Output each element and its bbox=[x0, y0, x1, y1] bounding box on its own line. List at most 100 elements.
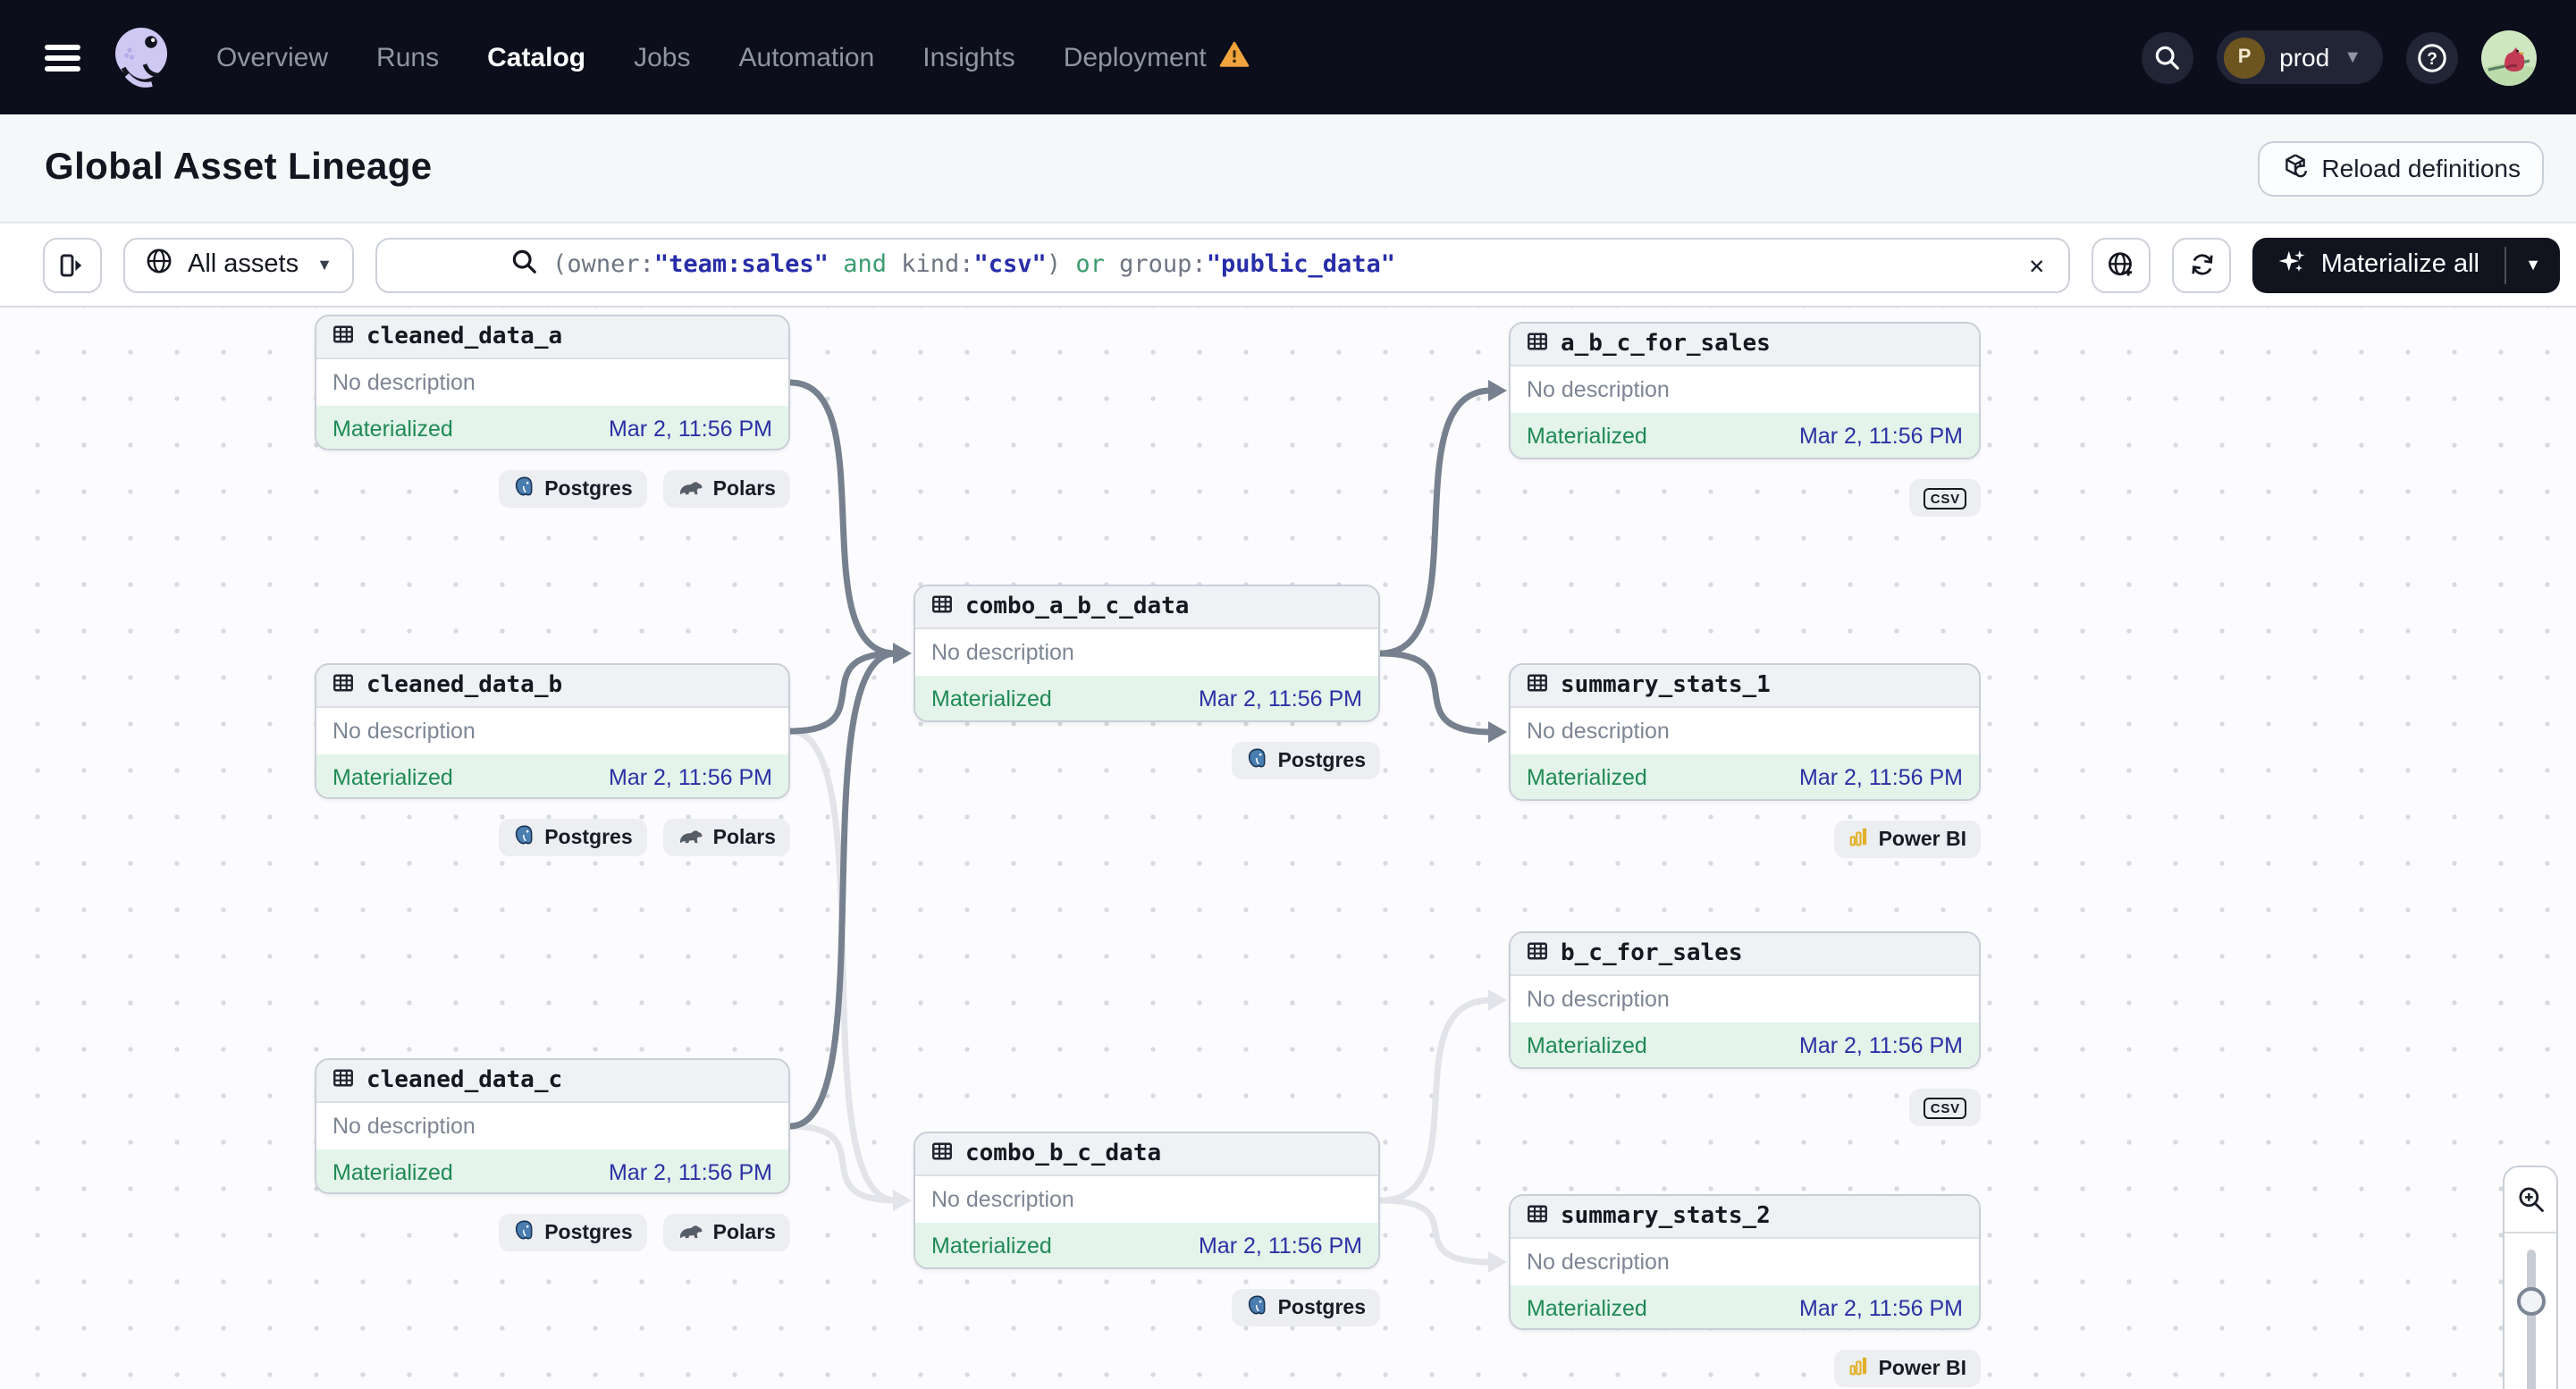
powerbi-icon bbox=[1848, 1355, 1870, 1382]
status-badge: Materialized bbox=[931, 1233, 1052, 1258]
nav-item-label: Insights bbox=[922, 42, 1015, 72]
asset-node-header[interactable]: a_b_c_for_sales bbox=[1511, 324, 1979, 366]
page-title: Global Asset Lineage bbox=[45, 147, 433, 188]
kind-tags-row: CSV bbox=[1909, 1089, 1981, 1126]
kind-tag-postgres[interactable]: Postgres bbox=[1231, 1289, 1380, 1326]
asset-description: No description bbox=[915, 629, 1378, 676]
kind-tags-row: Postgres bbox=[1231, 1289, 1380, 1326]
csv-icon: CSV bbox=[1924, 487, 1966, 509]
kind-tag-polars[interactable]: Polars bbox=[662, 470, 790, 508]
asset-status-row[interactable]: Materialized Mar 2, 11:56 PM bbox=[1511, 413, 1979, 458]
asset-node-summary_stats_1[interactable]: summary_stats_1 No description Materialize… bbox=[1509, 663, 1981, 801]
zoom-in-icon[interactable] bbox=[2504, 1167, 2556, 1233]
kind-tag-postgres[interactable]: Postgres bbox=[498, 470, 647, 508]
nav-items: Overview Runs Catalog Jobs Automation Insight… bbox=[216, 40, 1250, 74]
table-icon bbox=[1527, 1202, 1548, 1231]
menu-icon[interactable] bbox=[45, 44, 80, 71]
user-avatar[interactable] bbox=[2481, 29, 2537, 85]
kind-tag-label: Polars bbox=[712, 1222, 776, 1243]
help-icon[interactable]: ? bbox=[2406, 31, 2458, 83]
nav-item-insights[interactable]: Insights bbox=[922, 42, 1014, 72]
table-icon bbox=[1527, 671, 1548, 700]
table-icon bbox=[1527, 330, 1548, 358]
status-badge: Materialized bbox=[333, 416, 453, 441]
asset-node-header[interactable]: cleaned_data_b bbox=[316, 665, 788, 708]
nav-item-catalog[interactable]: Catalog bbox=[487, 42, 585, 72]
lineage-canvas[interactable]: cleaned_data_a No description Materialized… bbox=[0, 307, 2576, 1389]
asset-node-header[interactable]: combo_a_b_c_data bbox=[915, 586, 1378, 629]
kind-tag-csv[interactable]: CSV bbox=[1909, 479, 1981, 517]
table-icon bbox=[931, 1140, 953, 1168]
app-window: Overview Runs Catalog Jobs Automation Insight… bbox=[0, 0, 2576, 1389]
nav-item-runs[interactable]: Runs bbox=[376, 42, 439, 72]
asset-name: b_c_for_sales bbox=[1561, 940, 1743, 967]
refresh-button[interactable] bbox=[2172, 237, 2232, 292]
kind-tag-postgres[interactable]: Postgres bbox=[1231, 742, 1380, 779]
zoom-slider-thumb[interactable] bbox=[2516, 1287, 2545, 1316]
query-segment: group: bbox=[1119, 250, 1207, 279]
asset-status-row[interactable]: Materialized Mar 2, 11:56 PM bbox=[915, 1223, 1378, 1267]
asset-scope-dropdown[interactable]: All assets ▼ bbox=[123, 237, 354, 292]
asset-node-header[interactable]: cleaned_data_a bbox=[316, 316, 788, 359]
nav-right: P prod ▼ ? bbox=[2142, 29, 2537, 85]
status-badge: Materialized bbox=[1527, 1295, 1647, 1320]
nav-item-overview[interactable]: Overview bbox=[216, 42, 328, 72]
materialize-all-button[interactable]: Materialize all ▼ bbox=[2252, 237, 2560, 292]
kind-tag-polars[interactable]: Polars bbox=[662, 1214, 790, 1251]
asset-node-a_b_c_for_sales[interactable]: a_b_c_for_sales No description Materialize… bbox=[1509, 322, 1981, 459]
asset-status-row[interactable]: Materialized Mar 2, 11:56 PM bbox=[316, 406, 788, 449]
asset-status-row[interactable]: Materialized Mar 2, 11:56 PM bbox=[1511, 1023, 1979, 1067]
asset-node-header[interactable]: cleaned_data_c bbox=[316, 1060, 788, 1103]
materialize-dropdown-icon[interactable]: ▼ bbox=[2506, 237, 2560, 292]
nav-item-automation[interactable]: Automation bbox=[739, 42, 875, 72]
asset-name: cleaned_data_a bbox=[366, 324, 563, 350]
zoom-slider[interactable] bbox=[2504, 1233, 2556, 1389]
asset-node-b_c_for_sales[interactable]: b_c_for_sales No description Materialized M… bbox=[1509, 931, 1981, 1069]
table-icon bbox=[333, 323, 354, 351]
kind-tag-csv[interactable]: CSV bbox=[1909, 1089, 1981, 1126]
asset-node-summary_stats_2[interactable]: summary_stats_2 No description Materialize… bbox=[1509, 1194, 1981, 1330]
query-segment: owner: bbox=[567, 250, 654, 279]
kind-tag-powerbi[interactable]: Power BI bbox=[1833, 1350, 1981, 1387]
asset-status-row[interactable]: Materialized Mar 2, 11:56 PM bbox=[1511, 754, 1979, 799]
asset-search-input[interactable]: (owner:"team:sales" and kind:"csv") or g… bbox=[375, 237, 2071, 292]
nav-item-jobs[interactable]: Jobs bbox=[634, 42, 690, 72]
materialization-timestamp: Mar 2, 11:56 PM bbox=[609, 416, 772, 441]
asset-status-row[interactable]: Materialized Mar 2, 11:56 PM bbox=[1511, 1285, 1979, 1328]
asset-node-cleaned_data_a[interactable]: cleaned_data_a No description Materialized… bbox=[315, 315, 790, 450]
asset-node-header[interactable]: b_c_for_sales bbox=[1511, 933, 1979, 976]
kind-tags-row: Power BI bbox=[1833, 821, 1981, 858]
kind-tag-label: Postgres bbox=[544, 1222, 633, 1243]
search-icon[interactable] bbox=[2142, 31, 2194, 83]
kind-tag-label: Postgres bbox=[544, 478, 633, 500]
kind-tag-powerbi[interactable]: Power BI bbox=[1833, 821, 1981, 858]
globe-icon bbox=[145, 247, 173, 282]
asset-node-header[interactable]: combo_b_c_data bbox=[915, 1133, 1378, 1176]
asset-node-header[interactable]: summary_stats_1 bbox=[1511, 665, 1979, 708]
chevron-down-icon: ▼ bbox=[316, 256, 333, 274]
table-icon bbox=[931, 593, 953, 621]
asset-scope-label: All assets bbox=[188, 250, 299, 279]
nav-item-deployment[interactable]: Deployment bbox=[1064, 40, 1250, 74]
new-catalog-view-button[interactable] bbox=[2092, 237, 2151, 292]
asset-node-combo_b_c_data[interactable]: combo_b_c_data No description Materialized… bbox=[913, 1132, 1380, 1269]
environment-switcher[interactable]: P prod ▼ bbox=[2217, 30, 2383, 84]
asset-status-row[interactable]: Materialized Mar 2, 11:56 PM bbox=[915, 676, 1378, 720]
asset-status-row[interactable]: Materialized Mar 2, 11:56 PM bbox=[316, 1149, 788, 1192]
asset-node-header[interactable]: summary_stats_2 bbox=[1511, 1196, 1979, 1239]
asset-node-cleaned_data_c[interactable]: cleaned_data_c No description Materialized… bbox=[315, 1058, 790, 1194]
asset-status-row[interactable]: Materialized Mar 2, 11:56 PM bbox=[316, 754, 788, 797]
kind-tag-postgres[interactable]: Postgres bbox=[498, 819, 647, 856]
asset-node-cleaned_data_b[interactable]: cleaned_data_b No description Materialized… bbox=[315, 663, 790, 799]
status-badge: Materialized bbox=[333, 1159, 453, 1184]
clear-search-icon[interactable]: ✕ bbox=[2019, 248, 2055, 283]
table-icon bbox=[1527, 939, 1548, 968]
materialization-timestamp: Mar 2, 11:56 PM bbox=[1199, 1233, 1362, 1258]
kind-tag-polars[interactable]: Polars bbox=[662, 819, 790, 856]
open-side-panel-button[interactable] bbox=[43, 237, 102, 292]
asset-node-combo_a_b_c_data[interactable]: combo_a_b_c_data No description Materializ… bbox=[913, 585, 1380, 722]
materialize-all-main[interactable]: Materialize all bbox=[2253, 237, 2504, 292]
reload-definitions-button[interactable]: Reload definitions bbox=[2257, 140, 2544, 196]
kind-tag-postgres[interactable]: Postgres bbox=[498, 1214, 647, 1251]
dagster-logo-icon[interactable] bbox=[105, 21, 177, 93]
